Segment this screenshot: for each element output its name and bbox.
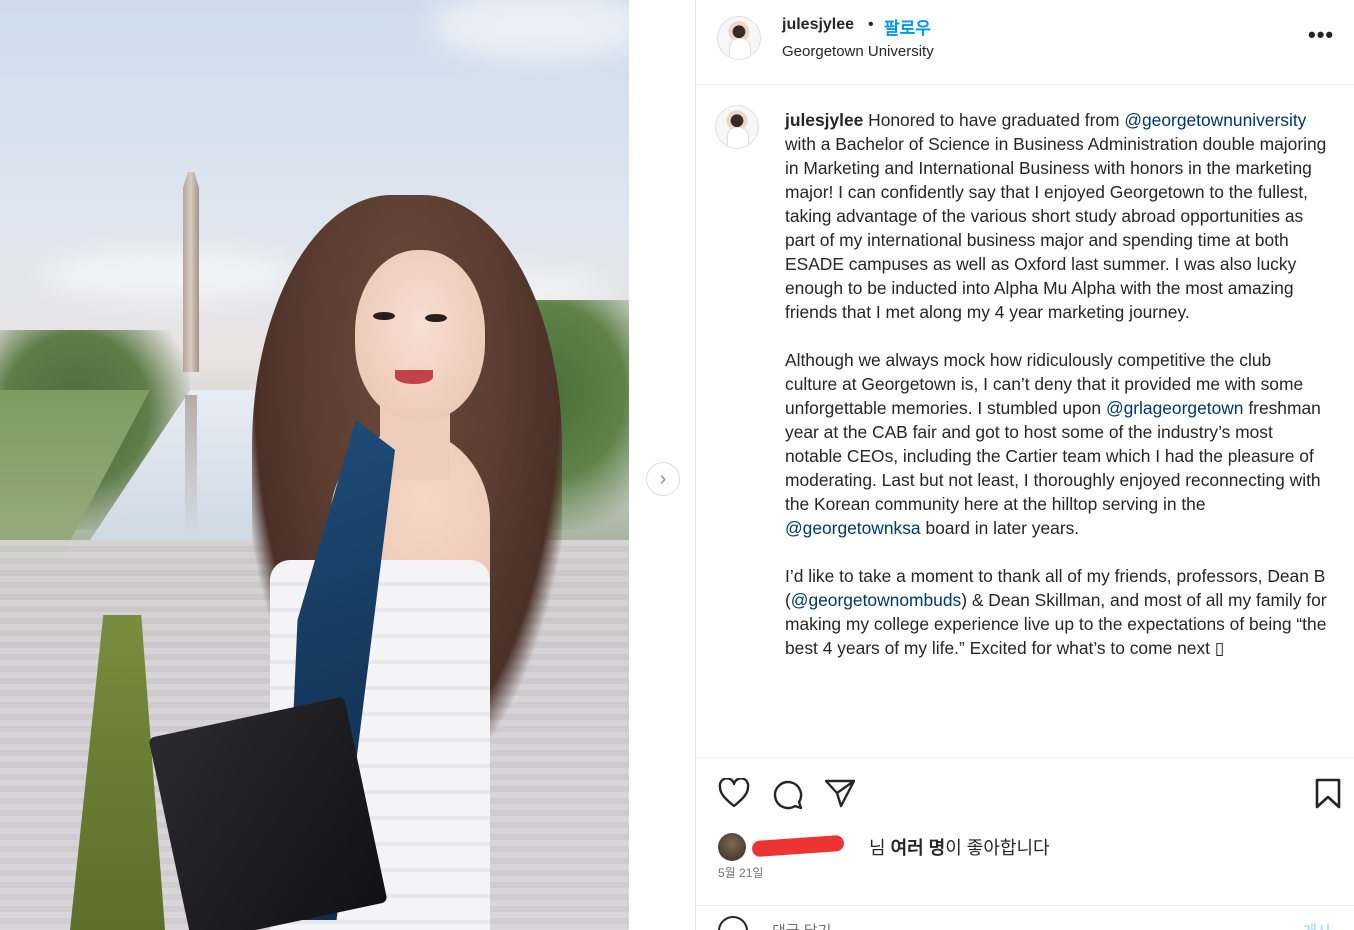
mention-link[interactable]: @grlageorgetown — [1106, 398, 1244, 418]
more-options-icon[interactable]: ••• — [1308, 22, 1334, 48]
mention-link[interactable]: @georgetownksa — [785, 518, 921, 538]
chevron-right-icon: › — [659, 467, 667, 490]
caption-text: julesjylee Honored to have graduated fro… — [785, 108, 1327, 684]
emoji-glyph: ▯ — [1214, 638, 1225, 658]
comment-input[interactable]: 댓글 달기... — [772, 920, 844, 930]
bookmark-icon[interactable] — [1314, 778, 1342, 810]
action-bar — [696, 770, 1354, 820]
mention-link[interactable]: @georgetownuniversity — [1124, 110, 1306, 130]
follow-button[interactable]: 팔로우 — [884, 14, 931, 39]
monument — [183, 172, 199, 372]
caption-section: julesjylee Honored to have graduated fro… — [696, 86, 1354, 758]
likes-summary[interactable]: xxxxxxxxxxxxx님 여러 명이 좋아합니다 — [718, 832, 1318, 861]
separator-dot: • — [868, 16, 874, 33]
location-link[interactable]: Georgetown University — [782, 43, 934, 60]
liker-avatar — [718, 833, 746, 861]
heart-icon[interactable] — [718, 778, 750, 808]
username-link[interactable]: julesjylee — [782, 16, 854, 34]
avatar[interactable] — [717, 16, 761, 60]
emoji-icon[interactable] — [718, 916, 748, 930]
post-comment-button[interactable]: 게시 — [1303, 920, 1331, 930]
post-date[interactable]: 5월 21일 — [718, 864, 763, 881]
post-detail-panel: julesjylee • 팔로우 Georgetown University •… — [695, 0, 1354, 930]
caption-avatar[interactable] — [715, 105, 759, 149]
comment-icon[interactable] — [772, 778, 804, 810]
caption-p2-text-end: board in later years. — [920, 518, 1080, 538]
caption-p1-text-cont: with a Bachelor of Science in Business A… — [785, 134, 1327, 322]
paper-plane-icon[interactable] — [824, 778, 856, 808]
caption-p1-text: Honored to have graduated from — [868, 110, 1125, 130]
next-photo-button[interactable]: › — [646, 462, 680, 496]
comment-bar: 댓글 달기... 게시 — [696, 905, 1354, 930]
mention-link[interactable]: @georgetownombuds — [791, 590, 961, 610]
caption-username[interactable]: julesjylee — [785, 110, 863, 130]
post-photo[interactable] — [0, 0, 629, 930]
post-header: julesjylee • 팔로우 Georgetown University •… — [696, 0, 1354, 85]
